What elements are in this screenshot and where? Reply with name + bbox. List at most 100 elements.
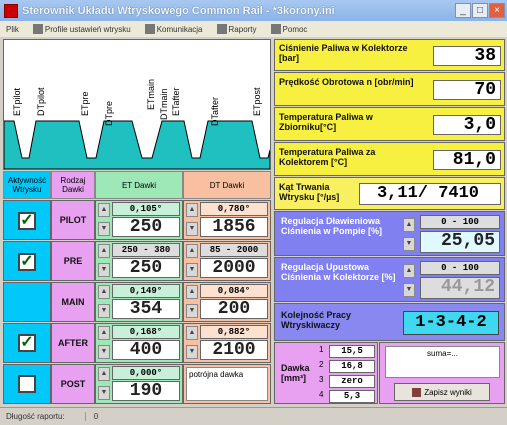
et-down-arrow-icon[interactable]: ▼	[98, 304, 110, 318]
menu-reports[interactable]: Raporty	[216, 24, 257, 34]
et-up-arrow-icon[interactable]: ▲	[98, 326, 110, 340]
sum-box[interactable]: suma=...	[385, 346, 500, 378]
et-down-arrow-icon[interactable]: ▼	[98, 345, 110, 359]
status-value: 0	[84, 412, 98, 421]
kind-label: PILOT	[51, 200, 95, 240]
sensor-label: Prędkość Obrotowa n [obr/min]	[279, 77, 414, 87]
wave-label: DTafter	[210, 97, 220, 126]
dt-up-arrow-icon[interactable]: ▲	[186, 285, 198, 299]
status-label: Długość raportu:	[6, 412, 65, 421]
sensor-value: 70	[433, 80, 501, 100]
sensor-label: Temperatura Paliwa w Zbiorniku[°C]	[279, 112, 373, 132]
dt-down-arrow-icon[interactable]: ▼	[186, 263, 198, 277]
et-range: 250 - 380	[112, 243, 180, 257]
et-down-arrow-icon[interactable]: ▼	[98, 222, 110, 236]
reg-value[interactable]: 44,12	[420, 277, 500, 299]
dose-num: 4	[319, 390, 324, 399]
dt-note-box[interactable]: potrójna dawka	[186, 367, 268, 401]
active-checkbox-after[interactable]: ✓	[18, 334, 36, 352]
dt-up-arrow-icon[interactable]: ▲	[186, 203, 198, 217]
angle-value: 3,11/ 7410	[359, 183, 501, 205]
angle-label: Kąt Trwania Wtrysku [°/µs]	[279, 182, 340, 202]
menu-help[interactable]: Pomoc	[270, 24, 308, 34]
minimize-button[interactable]: _	[455, 3, 471, 18]
active-checkbox-post[interactable]: ✓	[18, 375, 36, 393]
sensor-value: 81,0	[433, 150, 501, 170]
wave-label: DTpilot	[36, 87, 46, 116]
et-value[interactable]: 250	[112, 258, 180, 278]
et-down-arrow-icon[interactable]: ▼	[98, 263, 110, 277]
sensor-tank-temp: Temperatura Paliwa w Zbiorniku[°C] 3,0	[274, 107, 505, 141]
dt-down-arrow-icon[interactable]: ▼	[186, 222, 198, 236]
regulation-collector-panel: Regulacja Upustowa Ciśnienia w Kolektorz…	[274, 257, 505, 302]
save-results-button[interactable]: Zapisz wyniki	[394, 383, 490, 401]
injection-waveform: ETpilot DTpilot ETpre DTpre ETmain DTmai…	[3, 39, 271, 170]
dt-down-arrow-icon[interactable]: ▼	[186, 345, 198, 359]
et-value[interactable]: 400	[112, 340, 180, 360]
menu-label: Pomoc	[282, 24, 308, 34]
kind-label: AFTER	[51, 323, 95, 363]
et-angle: 0,149°	[112, 284, 180, 298]
reg-value[interactable]: 25,05	[420, 231, 500, 253]
kind-header: Rodzaj Dawki	[51, 171, 95, 199]
active-checkbox-pre[interactable]: ✓	[18, 253, 36, 271]
dt-up-arrow-icon[interactable]: ▲	[186, 244, 198, 258]
reg-up-arrow-icon[interactable]: ▲	[403, 218, 415, 232]
dt-value[interactable]: 2100	[200, 340, 268, 360]
dose-value: 16,8	[329, 360, 375, 373]
kind-label: MAIN	[51, 282, 95, 322]
et-angle: 0,105°	[112, 202, 180, 216]
et-up-arrow-icon[interactable]: ▲	[98, 367, 110, 381]
reg-up-arrow-icon[interactable]: ▲	[403, 264, 415, 278]
dt-value[interactable]: 2000	[200, 258, 268, 278]
dt-angle: 0,084°	[200, 284, 268, 298]
wave-label: ETpilot	[12, 87, 22, 116]
et-angle: 0,168°	[112, 325, 180, 339]
reg-down-arrow-icon[interactable]: ▼	[403, 237, 415, 251]
profile-icon	[32, 24, 43, 34]
app-icon	[4, 3, 18, 18]
menu-communication[interactable]: Komunikacja	[144, 24, 203, 34]
dt-down-arrow-icon[interactable]: ▼	[186, 304, 198, 318]
window-title: Sterownik Układu Wtryskowego Common Rail…	[22, 4, 335, 17]
et-up-arrow-icon[interactable]: ▲	[98, 203, 110, 217]
active-checkbox-pilot[interactable]: ✓	[18, 212, 36, 230]
status-bar: Długość raportu: 0	[0, 407, 507, 425]
report-icon	[216, 24, 227, 34]
dt-up-arrow-icon[interactable]: ▲	[186, 326, 198, 340]
et-value[interactable]: 354	[112, 299, 180, 319]
dt-value[interactable]: 200	[200, 299, 268, 319]
menu-profiles[interactable]: Profile ustawień wtrysku	[32, 24, 131, 34]
et-angle: 0,000°	[112, 366, 180, 380]
dose-label: Dawka [mm³]	[281, 363, 310, 383]
kind-label: PRE	[51, 241, 95, 281]
reg-range: 0 - 100	[420, 261, 500, 275]
menu-plik[interactable]: Plik	[6, 25, 19, 34]
firing-order-panel: Kolejność Pracy Wtryskiwaczy 1-3-4-2	[274, 303, 505, 341]
close-button[interactable]: ×	[489, 3, 505, 18]
et-down-arrow-icon[interactable]: ▼	[98, 386, 110, 400]
et-value[interactable]: 190	[112, 381, 180, 401]
et-value[interactable]: 250	[112, 217, 180, 237]
dose-num: 1	[319, 345, 324, 354]
injection-angle-panel: Kąt Trwania Wtrysku [°/µs] 3,11/ 7410	[274, 177, 505, 210]
dt-angle: 0,780°	[200, 202, 268, 216]
dose-num: 2	[319, 360, 324, 369]
maximize-button[interactable]: □	[472, 3, 488, 18]
wave-label: ETmain	[146, 79, 156, 110]
dt-range: 85 - 2000	[200, 243, 268, 257]
dose-value: 15,5	[329, 345, 375, 358]
et-up-arrow-icon[interactable]: ▲	[98, 244, 110, 258]
reg-range: 0 - 100	[420, 215, 500, 229]
reg-down-arrow-icon[interactable]: ▼	[403, 283, 415, 297]
reg-label: Regulacja Upustowa Ciśnienia w Kolektorz…	[281, 262, 396, 282]
dt-header: DT Dawki	[183, 171, 271, 199]
sensor-collector-temp: Temperatura Paliwa za Kolektorem [°C] 81…	[274, 142, 505, 176]
wave-label: ETpost	[252, 87, 262, 116]
sensor-label: Ciśnienie Paliwa w Kolektorze [bar]	[279, 43, 408, 63]
reg-label: Regulacja Dławieniowa Ciśnienia w Pompie…	[281, 216, 383, 236]
active-cell	[3, 282, 51, 322]
dt-value[interactable]: 1856	[200, 217, 268, 237]
menu-label: Plik	[6, 24, 19, 34]
et-up-arrow-icon[interactable]: ▲	[98, 285, 110, 299]
